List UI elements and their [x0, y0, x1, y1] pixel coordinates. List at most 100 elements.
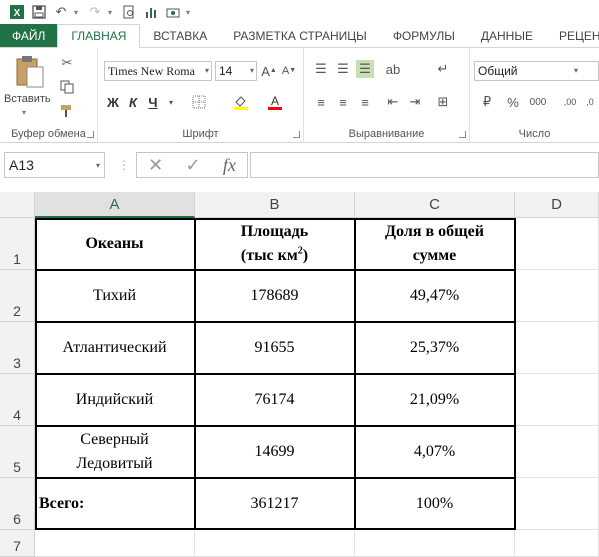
bold-button[interactable]: Ж — [106, 93, 120, 111]
increase-font-icon[interactable]: A ▲ — [260, 62, 278, 80]
cell-c4[interactable]: 21,09% — [355, 374, 515, 426]
row-header-5[interactable]: 5 — [0, 426, 35, 478]
clipboard-launcher-icon[interactable] — [87, 131, 94, 138]
cell-d2[interactable] — [515, 270, 599, 322]
save-icon[interactable] — [30, 3, 48, 21]
row-header-4[interactable]: 4 — [0, 374, 35, 426]
align-bottom-icon[interactable]: ☰ — [356, 60, 374, 78]
insert-function-icon[interactable]: fx — [223, 155, 236, 176]
name-box[interactable]: A13 ▾ — [4, 152, 105, 178]
paste-label[interactable]: Вставить — [4, 93, 51, 105]
increase-indent-icon[interactable]: ⇥ — [406, 93, 424, 111]
redo-icon[interactable]: ↷ — [86, 3, 104, 21]
cell-b2[interactable]: 178689 — [195, 270, 355, 322]
cell-c5[interactable]: 4,07% — [355, 426, 515, 478]
cut-icon[interactable]: ✂ — [58, 54, 76, 72]
currency-icon[interactable]: ₽ — [478, 93, 496, 111]
cell-d5[interactable] — [515, 426, 599, 478]
number-format-select[interactable]: Общий ▾ — [474, 61, 599, 81]
row-header-7[interactable]: 7 — [0, 530, 35, 557]
undo-icon[interactable]: ↶ — [52, 3, 70, 21]
align-top-icon[interactable]: ☰ — [312, 60, 330, 78]
row-header-3[interactable]: 3 — [0, 322, 35, 374]
cell-c7[interactable] — [355, 530, 515, 557]
ocean-line2: Ледовитый — [76, 454, 153, 472]
column-header-a[interactable]: A — [35, 192, 195, 218]
italic-button[interactable]: К — [126, 93, 140, 111]
font-name-select[interactable]: Times New Roma ▾ — [104, 61, 212, 81]
merge-cells-icon[interactable]: ⊞ — [434, 93, 452, 111]
align-center-icon[interactable]: ≡ — [334, 93, 352, 111]
format-painter-icon[interactable] — [58, 102, 76, 120]
paste-dropdown-icon[interactable]: ▾ — [22, 108, 26, 117]
cell-a6[interactable]: Всего: — [35, 478, 195, 530]
tab-review[interactable]: РЕЦЕНЗ — [546, 24, 599, 47]
orientation-icon[interactable]: ab — [384, 60, 402, 78]
cell-d3[interactable] — [515, 322, 599, 374]
cell-d1[interactable] — [515, 218, 599, 270]
print-preview-icon[interactable] — [120, 3, 138, 21]
cell-b3[interactable]: 91655 — [195, 322, 355, 374]
decrease-decimal-icon[interactable]: ,0 — [580, 93, 599, 111]
font-size-select[interactable]: 14 ▾ — [215, 61, 257, 81]
paste-icon[interactable] — [14, 54, 46, 90]
alignment-launcher-icon[interactable] — [459, 131, 466, 138]
chart-icon[interactable] — [142, 3, 160, 21]
cell-c1[interactable]: Доля в общей сумме — [355, 218, 515, 270]
cell-d4[interactable] — [515, 374, 599, 426]
increase-decimal-icon[interactable]: ,00 — [560, 93, 580, 111]
cell-c2[interactable]: 49,47% — [355, 270, 515, 322]
decrease-font-icon[interactable]: A ▼ — [280, 62, 298, 80]
cell-d7[interactable] — [515, 530, 599, 557]
cell-c3[interactable]: 25,37% — [355, 322, 515, 374]
wrap-text-icon[interactable]: ↵ — [434, 60, 452, 78]
tab-data[interactable]: ДАННЫЕ — [468, 24, 546, 47]
borders-icon[interactable] — [190, 93, 208, 111]
cell-b7[interactable] — [195, 530, 355, 557]
cell-a1[interactable]: Океаны — [35, 218, 195, 270]
tab-insert[interactable]: ВСТАВКА — [140, 24, 220, 47]
redo-dropdown-icon[interactable]: ▾ — [108, 8, 116, 17]
formula-bar-grip[interactable]: ⋮ — [118, 158, 130, 172]
tab-formulas[interactable]: ФОРМУЛЫ — [380, 24, 468, 47]
fill-color-icon[interactable] — [232, 93, 250, 111]
cell-b6[interactable]: 361217 — [195, 478, 355, 530]
copy-icon[interactable] — [58, 78, 76, 96]
cell-b1[interactable]: Площадь (тыс км2) — [195, 218, 355, 270]
cell-d6[interactable] — [515, 478, 599, 530]
cell-a5[interactable]: Северный Ледовитый — [35, 426, 195, 478]
tab-file[interactable]: ФАЙЛ — [0, 24, 58, 47]
align-left-icon[interactable]: ≡ — [312, 93, 330, 111]
cancel-icon[interactable]: ✕ — [148, 155, 163, 176]
cell-a4[interactable]: Индийский — [35, 374, 195, 426]
align-right-icon[interactable]: ≡ — [356, 93, 374, 111]
cell-a7[interactable] — [35, 530, 195, 557]
font-launcher-icon[interactable] — [293, 131, 300, 138]
thousands-separator-icon[interactable]: 000 — [526, 93, 550, 111]
row-header-1[interactable]: 1 — [0, 218, 35, 270]
tab-page-layout[interactable]: РАЗМЕТКА СТРАНИЦЫ — [220, 24, 380, 47]
underline-button[interactable]: Ч — [146, 93, 160, 111]
enter-icon[interactable]: ✓ — [185, 155, 200, 176]
customize-qat-icon[interactable]: ▾ — [186, 8, 194, 17]
underline-dropdown-icon[interactable]: ▾ — [162, 93, 180, 111]
column-header-b[interactable]: B — [195, 192, 355, 218]
formula-input[interactable] — [250, 152, 599, 178]
font-color-icon[interactable]: A — [266, 93, 284, 111]
cell-c6[interactable]: 100% — [355, 478, 515, 530]
column-header-c[interactable]: C — [355, 192, 515, 218]
cell-a2[interactable]: Тихий — [35, 270, 195, 322]
row-header-6[interactable]: 6 — [0, 478, 35, 530]
cell-a3[interactable]: Атлантический — [35, 322, 195, 374]
camera-icon[interactable] — [164, 3, 182, 21]
tab-home[interactable]: ГЛАВНАЯ — [57, 24, 141, 48]
row-header-2[interactable]: 2 — [0, 270, 35, 322]
column-header-d[interactable]: D — [515, 192, 599, 218]
cell-b4[interactable]: 76174 — [195, 374, 355, 426]
percent-icon[interactable]: % — [504, 93, 522, 111]
decrease-indent-icon[interactable]: ⇤ — [384, 93, 402, 111]
align-middle-icon[interactable]: ☰ — [334, 60, 352, 78]
undo-dropdown-icon[interactable]: ▾ — [74, 8, 82, 17]
select-all-button[interactable] — [0, 192, 35, 218]
cell-b5[interactable]: 14699 — [195, 426, 355, 478]
